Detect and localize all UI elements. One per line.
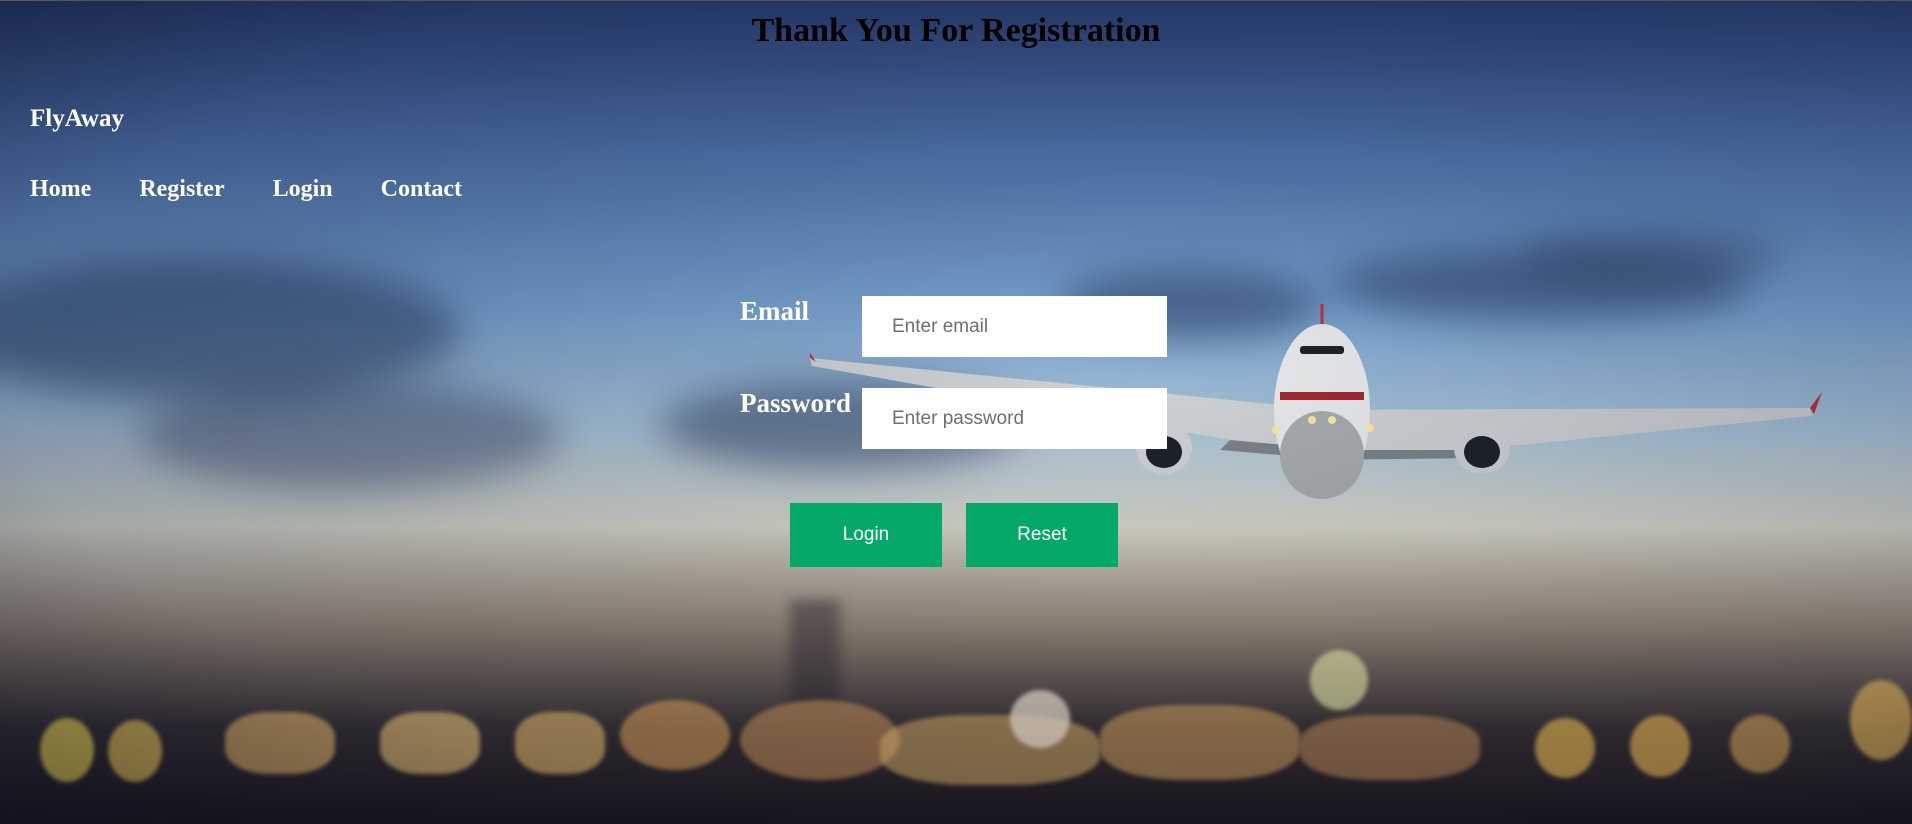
page-title: Thank You For Registration (751, 12, 1161, 49)
nav-register-link[interactable]: Register (139, 176, 224, 203)
email-label: Email (740, 296, 810, 326)
reset-button[interactable]: Reset (966, 503, 1118, 567)
nav-contact-link[interactable]: Contact (381, 176, 462, 203)
login-button[interactable]: Login (790, 503, 942, 567)
main-nav: Home Register Login Contact (30, 176, 462, 203)
email-input[interactable] (862, 296, 1167, 357)
brand-logo-text: FlyAway (30, 105, 124, 132)
password-label: Password (740, 388, 852, 418)
top-border (0, 0, 1912, 1)
nav-login-link[interactable]: Login (273, 176, 333, 203)
nav-home-link[interactable]: Home (30, 176, 91, 203)
password-input[interactable] (862, 388, 1167, 449)
